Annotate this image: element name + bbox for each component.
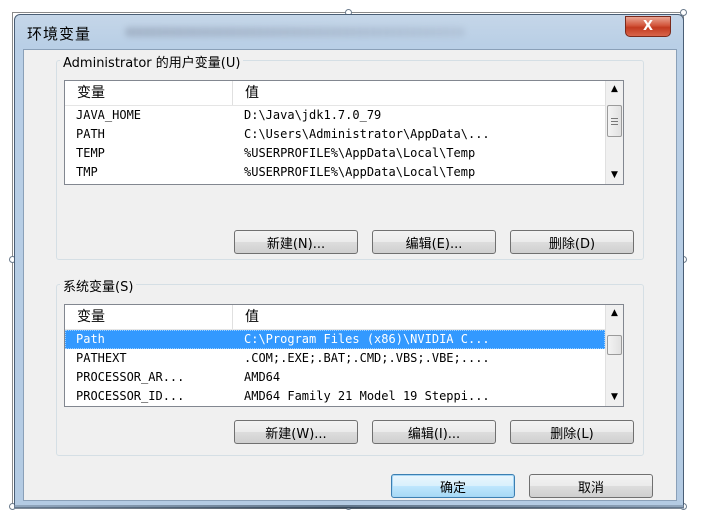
scroll-up-icon[interactable]: ▲ [607, 81, 622, 98]
list-header: 变量 值 [65, 305, 623, 330]
list-header: 变量 值 [65, 81, 623, 106]
variable-value: %USERPROFILE%\AppData\Local\Temp [244, 165, 476, 179]
variable-value: AMD64 [244, 370, 281, 384]
variable-name: Path [76, 332, 105, 346]
variable-value: C:\Users\Administrator\AppData\... [244, 127, 490, 141]
column-header-value[interactable]: 值 [233, 305, 605, 329]
scrollbar-thumb[interactable] [607, 105, 622, 137]
system-delete-button[interactable]: 删除(L) [510, 420, 634, 444]
system-edit-button[interactable]: 编辑(I)... [372, 420, 496, 444]
user-variables-list[interactable]: 变量 值 JAVA_HOME D:\Java\jdk1.7.0_79 PATH … [64, 80, 624, 185]
variable-name: PROCESSOR_AR... [76, 370, 185, 384]
list-item[interactable]: JAVA_HOME D:\Java\jdk1.7.0_79 [65, 106, 605, 125]
list-item[interactable]: PROCESSOR_ID... AMD64 Family 21 Model 19… [65, 387, 605, 406]
window-title: 环境变量 [27, 25, 92, 43]
variable-value: C:\Program Files (x86)\NVIDIA C... [244, 332, 490, 346]
user-delete-button[interactable]: 删除(D) [510, 230, 634, 254]
list-item[interactable]: PROCESSOR_AR... AMD64 [65, 368, 605, 387]
vertical-scrollbar[interactable]: ▲ ▼ [605, 305, 623, 406]
list-item[interactable]: PATHEXT .COM;.EXE;.BAT;.CMD;.VBS;.VBE;..… [65, 349, 605, 368]
user-variables-group-label: Administrator 的用户变量(U) [60, 52, 244, 71]
ok-button[interactable]: 确定 [391, 474, 515, 498]
system-new-button[interactable]: 新建(W)... [234, 420, 358, 444]
scroll-up-icon[interactable]: ▲ [607, 305, 622, 322]
variable-name: PATH [76, 127, 105, 141]
variable-name: PATHEXT [76, 351, 127, 365]
list-item[interactable]: TEMP %USERPROFILE%\AppData\Local\Temp [65, 144, 605, 163]
variable-name: TEMP [76, 146, 105, 160]
blurred-title-region [125, 27, 465, 37]
variable-value: AMD64 Family 21 Model 19 Steppi... [244, 389, 490, 403]
user-edit-button[interactable]: 编辑(E)... [372, 230, 496, 254]
column-header-variable[interactable]: 变量 [65, 81, 233, 105]
environment-variables-dialog: 环境变量 X Administrator 的用户变量(U) 变量 值 JAVA_… [14, 14, 684, 508]
system-variables-list[interactable]: 变量 值 Path C:\Program Files (x86)\NVIDIA … [64, 304, 624, 407]
variable-value: D:\Java\jdk1.7.0_79 [244, 108, 382, 122]
list-item[interactable]: TMP %USERPROFILE%\AppData\Local\Temp [65, 163, 605, 182]
column-header-variable[interactable]: 变量 [65, 305, 233, 329]
variable-value: %USERPROFILE%\AppData\Local\Temp [244, 146, 476, 160]
list-item[interactable]: PATH C:\Users\Administrator\AppData\... [65, 125, 605, 144]
variable-value: .COM;.EXE;.BAT;.CMD;.VBS;.VBE;.... [244, 351, 490, 365]
dialog-body: Administrator 的用户变量(U) 变量 值 JAVA_HOME D:… [23, 49, 677, 501]
close-icon: X [642, 19, 654, 34]
close-button[interactable]: X [625, 16, 671, 37]
variable-name: TMP [76, 165, 98, 179]
variable-name: PROCESSOR_ID... [76, 389, 185, 403]
window-shadow [14, 505, 684, 509]
vertical-scrollbar[interactable]: ▲ ▼ [605, 81, 623, 184]
column-header-value[interactable]: 值 [233, 81, 605, 105]
scrollbar-thumb[interactable] [607, 335, 622, 355]
title-bar[interactable]: 环境变量 X [15, 15, 683, 49]
cancel-button[interactable]: 取消 [529, 474, 653, 498]
system-variables-group-label: 系统变量(S) [60, 276, 137, 295]
list-item-selected[interactable]: Path C:\Program Files (x86)\NVIDIA C... [65, 330, 605, 349]
scroll-down-icon[interactable]: ▼ [607, 167, 622, 184]
variable-name: JAVA_HOME [76, 108, 142, 122]
scroll-down-icon[interactable]: ▼ [607, 389, 622, 406]
user-new-button[interactable]: 新建(N)... [234, 230, 358, 254]
